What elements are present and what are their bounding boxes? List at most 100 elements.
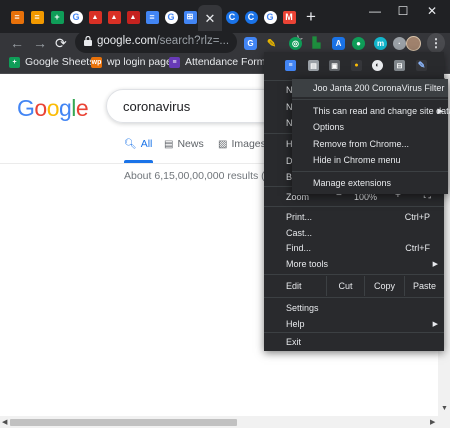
menu-item-print[interactable]: Print...: [286, 212, 312, 222]
a-ext-icon[interactable]: A: [332, 37, 345, 50]
tab-4[interactable]: G: [66, 7, 86, 27]
hide-in-menu-item[interactable]: Hide in Chrome menu: [313, 155, 401, 165]
options-item[interactable]: Options: [313, 122, 344, 132]
google-logo[interactable]: Google: [17, 95, 89, 122]
submenu-arrow-icon: ▶: [437, 108, 443, 115]
orange-doc-icon: ≡: [10, 10, 24, 24]
menu-item-help[interactable]: Help: [286, 319, 305, 329]
maximize-button[interactable]: ☐: [392, 4, 414, 18]
ext-drop-icon[interactable]: ●: [351, 60, 362, 71]
green-dot-ext-icon[interactable]: ●: [352, 37, 365, 50]
url-text[interactable]: google.com/search?rlz=...: [97, 35, 229, 47]
tab-13[interactable]: C: [241, 7, 261, 27]
tab-6[interactable]: ▲: [104, 7, 124, 27]
chrome-menu-button[interactable]: ⋮: [427, 33, 445, 53]
submenu-divider: [292, 171, 448, 172]
tab-all[interactable]: 🔍︎ All: [124, 138, 152, 150]
sheets-icon: +: [50, 10, 64, 24]
tab-10[interactable]: ⊞: [180, 7, 200, 27]
gmail-icon: M: [282, 10, 296, 24]
tab-9[interactable]: G: [161, 7, 181, 27]
tab-12[interactable]: C: [222, 7, 242, 27]
tab-8[interactable]: ≡: [142, 7, 162, 27]
bookmark-label: wp login page: [107, 56, 172, 68]
tab-1[interactable]: ≡: [7, 7, 27, 27]
blue-app-icon: ⊞: [183, 10, 197, 24]
close-window-button[interactable]: ✕: [421, 4, 443, 18]
docs-icon: ≡: [145, 10, 159, 24]
tab-7[interactable]: ▲: [123, 7, 143, 27]
wp-icon: wp: [91, 56, 102, 68]
tab-2[interactable]: ≡: [27, 7, 47, 27]
tab-strip: ≡ ≡ + G ▲ ▲ ▲ ≡ G ⊞ ✚ ✕ C C G M + — ☐ ✕: [0, 0, 450, 33]
toolbar: ← → ⟳ google.com/search?rlz=... ☆ G ✎ ◎ …: [0, 31, 450, 53]
remove-from-chrome-item[interactable]: Remove from Chrome...: [313, 139, 409, 149]
scroll-right-icon[interactable]: ▶: [430, 418, 435, 426]
scroll-left-icon[interactable]: ◀: [2, 418, 7, 426]
close-tab-icon[interactable]: ✕: [205, 11, 216, 27]
google-icon: G: [164, 10, 178, 24]
ext-pencil-icon[interactable]: ✎: [416, 60, 427, 71]
edit-label: Edit: [286, 281, 302, 291]
menu-item-settings[interactable]: Settings: [286, 303, 319, 313]
red-site-icon: ▲: [88, 10, 102, 24]
submenu-arrow-icon: ▶: [432, 261, 438, 268]
menu-item-cast[interactable]: Cast...: [286, 228, 312, 238]
tab-15[interactable]: M: [279, 7, 299, 27]
bookmark-google-sheets[interactable]: + Google Sheets: [9, 56, 94, 68]
tab-news[interactable]: ▤ News: [164, 138, 204, 150]
images-icon: ▨: [218, 138, 228, 150]
horizontal-scroll-thumb[interactable]: [10, 419, 237, 426]
horizontal-scrollbar[interactable]: ◀ ▶: [0, 416, 450, 428]
browser-window: ≡ ≡ + G ▲ ▲ ▲ ≡ G ⊞ ✚ ✕ C C G M + — ☐ ✕ …: [0, 0, 450, 428]
search-icon: 🔍︎: [124, 138, 137, 150]
menu-divider: [264, 274, 444, 275]
red-site-icon: ▲: [107, 10, 121, 24]
back-button[interactable]: ←: [10, 34, 24, 52]
ext-blue-icon[interactable]: ≡: [285, 60, 296, 71]
green-circle-ext-icon[interactable]: ◎: [289, 37, 302, 50]
submenu-arrow-icon: ▶: [432, 321, 438, 328]
bookmark-wp-login[interactable]: wp wp login page: [91, 56, 172, 68]
tab-active[interactable]: ✕: [198, 5, 222, 33]
ext-gray-icon[interactable]: ▤: [308, 60, 319, 71]
bookmark-label: Google Sheets: [25, 56, 95, 68]
tab-5[interactable]: ▲: [85, 7, 105, 27]
chart-ext-icon[interactable]: ▙: [310, 37, 323, 50]
copy-button[interactable]: Copy: [364, 276, 404, 296]
paste-button[interactable]: Paste: [404, 276, 444, 296]
ext-image-icon[interactable]: ▣: [329, 60, 340, 71]
m-ext-icon[interactable]: m: [374, 37, 387, 50]
tab-3[interactable]: +: [47, 7, 67, 27]
ext-mask-icon[interactable]: ◐: [372, 60, 383, 71]
menu-item-find[interactable]: Find...: [286, 243, 311, 253]
scroll-down-icon[interactable]: ▼: [441, 405, 448, 412]
extension-title-item[interactable]: Joo Janta 200 CoronaVirus Filter: [313, 83, 444, 93]
translate-ext-icon[interactable]: G: [244, 37, 257, 50]
reload-button[interactable]: ⟳: [55, 34, 67, 52]
ext-slot-icon[interactable]: ⊟: [394, 60, 405, 71]
pen-ext-icon[interactable]: ✎: [265, 37, 278, 50]
cut-button[interactable]: Cut: [326, 276, 364, 296]
search-input[interactable]: coronavirus: [106, 89, 286, 123]
address-bar[interactable]: google.com/search?rlz=... ☆: [75, 31, 304, 53]
news-icon: ▤: [164, 138, 174, 150]
gray-ext-icon[interactable]: ·: [393, 37, 406, 50]
tab-images[interactable]: ▨ Images: [218, 138, 266, 150]
site-data-item[interactable]: This can read and change site data: [313, 106, 450, 116]
menu-extension-row: ≡ ▤ ▣ ● ◐ ⊟ ✎: [264, 52, 444, 80]
profile-avatar[interactable]: [406, 36, 421, 51]
menu-item-more-tools[interactable]: More tools: [286, 259, 328, 269]
extension-context-menu: Joo Janta 200 CoronaVirus Filter This ca…: [292, 79, 450, 194]
submenu-divider: [292, 99, 448, 100]
search-query-text[interactable]: coronavirus: [123, 99, 190, 114]
menu-item-exit[interactable]: Exit: [286, 337, 301, 347]
minimize-button[interactable]: —: [364, 4, 386, 18]
new-tab-button[interactable]: +: [306, 8, 316, 25]
menu-divider: [264, 206, 444, 207]
lock-icon: [84, 36, 92, 46]
manage-extensions-item[interactable]: Manage extensions: [313, 178, 391, 188]
forward-button[interactable]: →: [33, 34, 47, 52]
tab-14[interactable]: G: [260, 7, 280, 27]
forms-icon: ≡: [169, 56, 180, 68]
